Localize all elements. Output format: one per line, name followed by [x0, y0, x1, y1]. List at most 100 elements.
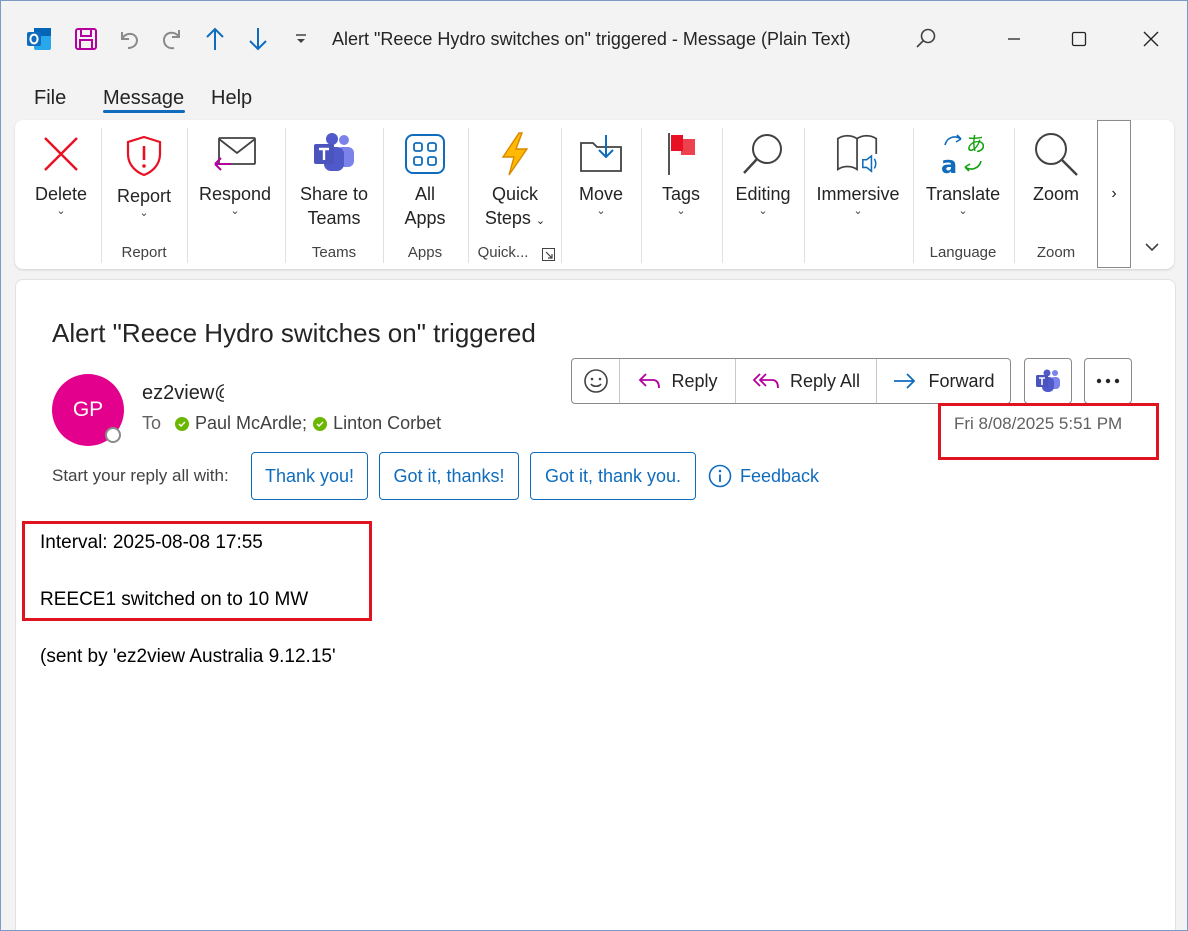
- divider: [913, 128, 914, 263]
- dialog-launcher-icon[interactable]: [542, 248, 555, 266]
- more-actions-ellipsis-icon[interactable]: [1084, 358, 1132, 404]
- move-button[interactable]: Move ⌄: [571, 120, 631, 269]
- presence-available-icon: [175, 416, 190, 431]
- reply-prompt-text: Start your reply all with:: [52, 466, 229, 485]
- minimize-button[interactable]: [991, 21, 1037, 57]
- divider: [187, 128, 188, 263]
- zoom-label: Zoom: [1032, 184, 1079, 204]
- recipient-paul[interactable]: Paul McArdle;: [195, 413, 307, 434]
- respond-label: Respond: [198, 184, 272, 204]
- translate-label: Translate: [925, 184, 1001, 204]
- tab-help[interactable]: Help: [211, 87, 252, 110]
- immersive-label: Immersive: [816, 184, 900, 204]
- feedback-link[interactable]: Feedback: [708, 464, 819, 488]
- save-icon[interactable]: [70, 23, 102, 55]
- tab-file[interactable]: File: [34, 87, 66, 110]
- quick-steps-label: Quick Steps ⌄: [484, 184, 546, 228]
- tags-button[interactable]: Tags ⌄: [651, 120, 711, 269]
- forward-button[interactable]: Forward: [877, 359, 1010, 403]
- maximize-button[interactable]: [1056, 21, 1102, 57]
- forward-arrow-icon: [894, 373, 916, 389]
- next-item-down-arrow-icon[interactable]: [242, 23, 274, 55]
- divider: [561, 128, 562, 263]
- find-magnifier-icon: [739, 130, 787, 178]
- smiley-icon: [583, 369, 608, 393]
- flag-icon: [657, 130, 705, 178]
- info-icon: [708, 464, 732, 488]
- redo-icon[interactable]: [156, 23, 188, 55]
- divider: [285, 128, 286, 263]
- chevron-down-icon: ⌄: [230, 205, 240, 217]
- reply-all-label: Reply All: [789, 370, 861, 391]
- body-sent-by-line: (sent by 'ez2view Australia 9.12.15': [40, 646, 336, 667]
- highlight-box-date: [938, 403, 1159, 460]
- all-apps-label: All Apps: [404, 184, 446, 228]
- search-icon[interactable]: [903, 21, 949, 57]
- message-reading-pane: Alert "Reece Hydro switches on" triggere…: [15, 279, 1176, 930]
- recipient-linton[interactable]: Linton Corbet: [333, 413, 441, 434]
- zoom-magnifier-icon: [1032, 130, 1080, 178]
- reply-all-button[interactable]: Reply All: [736, 359, 877, 403]
- quick-reply-got-it-thanks[interactable]: Got it, thanks!: [379, 452, 519, 500]
- divider: [468, 128, 469, 263]
- teams-chat-button[interactable]: [1024, 358, 1072, 404]
- react-emoji-button[interactable]: [572, 359, 620, 403]
- tab-message[interactable]: Message: [103, 87, 184, 110]
- divider: [804, 128, 805, 263]
- feedback-label: Feedback: [740, 465, 820, 486]
- report-label: Report: [116, 186, 172, 206]
- collapse-ribbon-chevron-down-icon[interactable]: [1144, 240, 1160, 258]
- lightning-bolt-icon: [491, 130, 539, 178]
- ribbon-more-chevron-right-icon[interactable]: ›: [1097, 120, 1131, 268]
- divider: [641, 128, 642, 263]
- presence-status-icon: [105, 427, 121, 443]
- reply-arrow-icon: [639, 373, 661, 389]
- group-label-quick-steps: Quick...: [477, 244, 529, 261]
- undo-icon[interactable]: [113, 23, 145, 55]
- quick-reply-got-it-thank-you[interactable]: Got it, thank you.: [530, 452, 696, 500]
- group-label-apps: Apps: [407, 244, 443, 261]
- immersive-button[interactable]: Immersive ⌄: [813, 120, 903, 269]
- divider: [383, 128, 384, 263]
- chevron-down-icon: ⌄: [56, 205, 66, 217]
- chevron-down-icon: ⌄: [958, 205, 968, 217]
- outlook-message-window: Alert "Reece Hydro switches on" triggere…: [0, 0, 1188, 931]
- apps-grid-icon: [401, 130, 449, 178]
- move-folder-icon: [577, 130, 625, 178]
- editing-button[interactable]: Editing ⌄: [731, 120, 795, 269]
- respond-button[interactable]: Respond ⌄: [197, 120, 273, 269]
- body-interval-line: Interval: 2025-08-08 17:55: [40, 532, 263, 553]
- forward-label: Forward: [928, 370, 995, 391]
- sender-name[interactable]: ez2view@: [142, 382, 224, 405]
- delete-x-icon: [37, 130, 85, 178]
- recipients-line: To Paul McArdle; Linton Corbet: [142, 413, 441, 434]
- share-to-teams-label: Share to Teams: [299, 184, 369, 228]
- delete-label: Delete: [34, 184, 88, 204]
- message-action-bar: Reply Reply All Forward: [571, 358, 1011, 404]
- teams-icon: [310, 130, 358, 178]
- delete-button[interactable]: Delete ⌄: [29, 120, 93, 269]
- reply-button[interactable]: Reply: [620, 359, 736, 403]
- previous-item-up-arrow-icon[interactable]: [199, 23, 231, 55]
- group-label-report: Report: [121, 244, 167, 261]
- svg-text:a: a: [941, 151, 957, 177]
- group-label-teams: Teams: [311, 244, 357, 261]
- teams-icon: [1036, 369, 1060, 392]
- presence-available-icon: [313, 416, 328, 431]
- quick-reply-thank-you[interactable]: Thank you!: [251, 452, 368, 500]
- ribbon: Delete ⌄ Report ⌄ Report Respond ⌄ Share…: [15, 120, 1174, 269]
- divider: [101, 128, 102, 263]
- reply-all-arrow-icon: [752, 373, 779, 389]
- divider: [722, 128, 723, 263]
- move-label: Move: [578, 184, 623, 204]
- body-switched-line: REECE1 switched on to 10 MW: [40, 589, 309, 610]
- editing-label: Editing: [735, 184, 791, 204]
- reply-label: Reply: [671, 370, 718, 391]
- close-button[interactable]: [1128, 21, 1174, 57]
- respond-envelope-icon: [211, 130, 259, 178]
- group-label-language: Language: [929, 244, 997, 261]
- to-label: To: [142, 413, 162, 433]
- shield-alert-icon: [120, 132, 168, 180]
- customize-quick-access-icon[interactable]: [285, 23, 317, 55]
- title-bar: Alert "Reece Hydro switches on" triggere…: [1, 1, 1187, 77]
